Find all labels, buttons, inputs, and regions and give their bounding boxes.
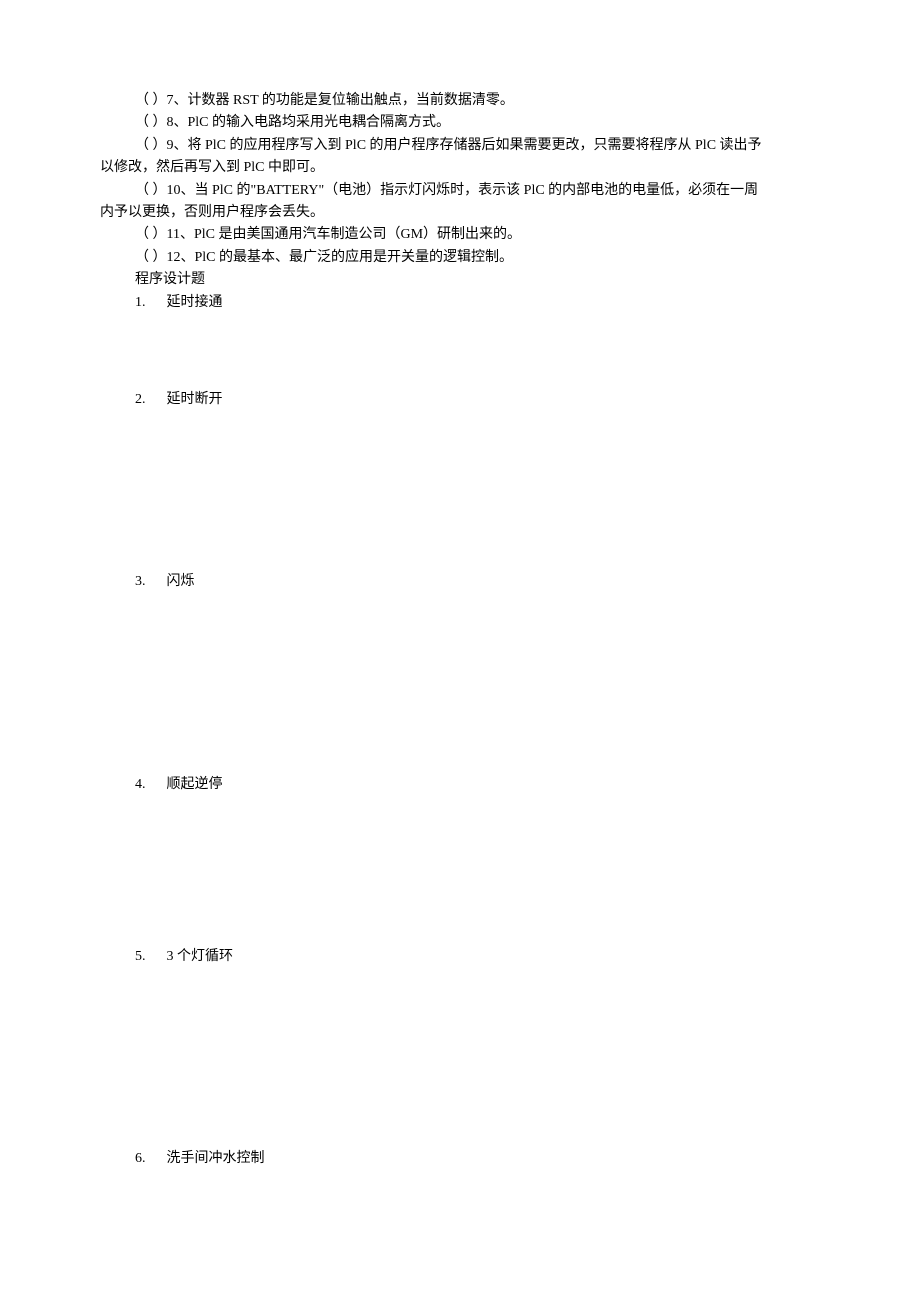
question-10-line2: 内予以更换，否则用户程序会丢失。 <box>100 202 820 224</box>
prog-item-6: 6. 洗手间冲水控制 <box>135 1148 820 1170</box>
prog-label-4: 顺起逆停 <box>167 777 223 792</box>
question-9-line1: （ ）9、将 PlC 的应用程序写入到 PlC 的用户程序存储器后如果需要更改，… <box>100 135 820 157</box>
spacer <box>100 796 820 946</box>
question-11: （ ）11、PlC 是由美国通用汽车制造公司（GM）研制出来的。 <box>100 224 820 246</box>
prog-item-4: 4. 顺起逆停 <box>135 774 820 796</box>
prog-item-3: 3. 闪烁 <box>135 571 820 593</box>
question-9-line2: 以修改，然后再写入到 PlC 中即可。 <box>100 157 820 179</box>
spacer <box>100 594 820 774</box>
question-10-line1: （ ）10、当 PlC 的"BATTERY"（电池）指示灯闪烁时，表示该 PlC… <box>100 180 820 202</box>
prog-label-2: 延时断开 <box>167 392 223 407</box>
question-12: （ ）12、PlC 的最基本、最广泛的应用是开关量的逻辑控制。 <box>100 247 820 269</box>
spacer <box>100 411 820 571</box>
prog-number-2: 2. <box>135 389 163 411</box>
prog-item-5: 5. 3 个灯循环 <box>135 946 820 968</box>
section-title-programming: 程序设计题 <box>100 269 820 291</box>
prog-item-1: 1. 延时接通 <box>135 292 820 314</box>
prog-label-1: 延时接通 <box>167 295 223 310</box>
prog-number-1: 1. <box>135 292 163 314</box>
prog-number-4: 4. <box>135 774 163 796</box>
prog-label-6: 洗手间冲水控制 <box>167 1151 265 1166</box>
prog-number-3: 3. <box>135 571 163 593</box>
prog-number-6: 6. <box>135 1148 163 1170</box>
question-7: （ ）7、计数器 RST 的功能是复位输出触点，当前数据清零。 <box>100 90 820 112</box>
document-content: （ ）7、计数器 RST 的功能是复位输出触点，当前数据清零。 （ ）8、PlC… <box>0 0 920 1231</box>
prog-number-5: 5. <box>135 946 163 968</box>
prog-label-5: 3 个灯循环 <box>167 949 234 964</box>
prog-item-2: 2. 延时断开 <box>135 389 820 411</box>
question-8: （ ）8、PlC 的输入电路均采用光电耦合隔离方式。 <box>100 112 820 134</box>
spacer <box>100 968 820 1148</box>
spacer <box>100 314 820 389</box>
prog-label-3: 闪烁 <box>167 574 195 589</box>
